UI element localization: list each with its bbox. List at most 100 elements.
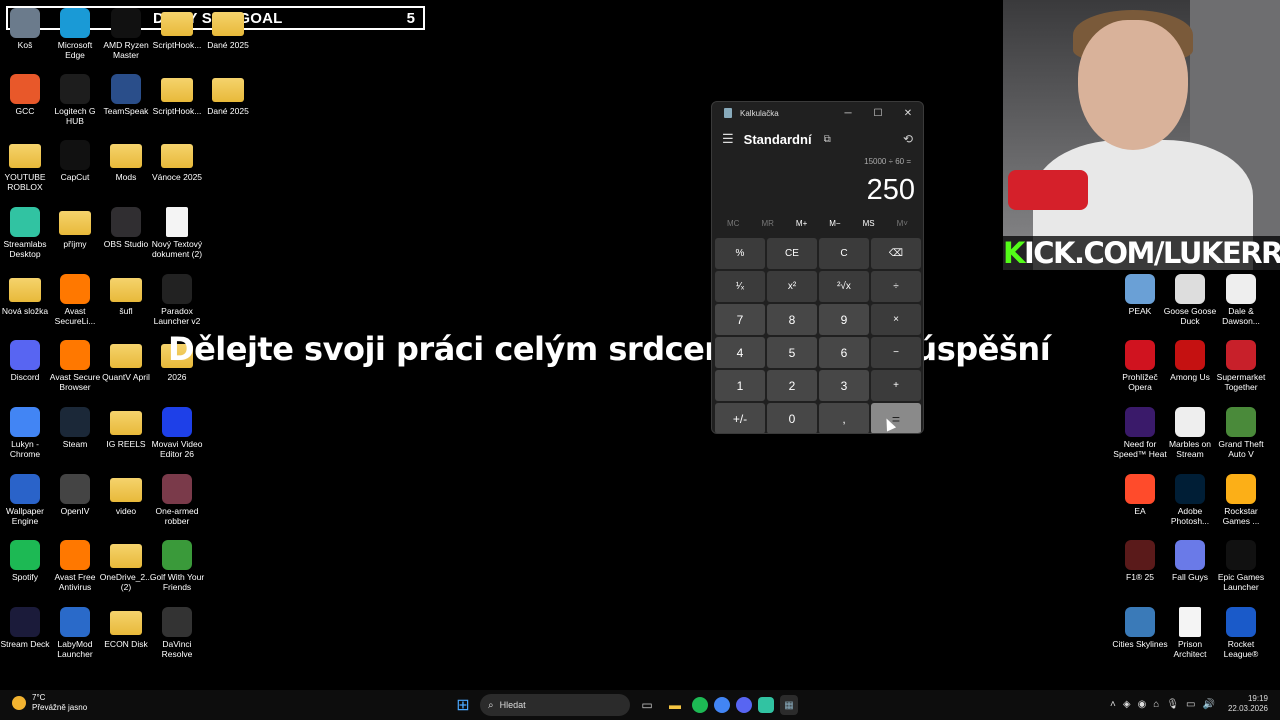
desktop-shortcut[interactable]: Rockstar Games ...	[1213, 474, 1269, 526]
digit-8-key[interactable]: 8	[767, 304, 817, 335]
memory-button[interactable]: M˅	[897, 219, 908, 228]
desktop-shortcut[interactable]: Microsoft Edge	[47, 8, 103, 60]
multiply-key[interactable]: ×	[871, 304, 921, 335]
discord-taskbar-icon[interactable]	[736, 697, 752, 713]
add-key[interactable]: +	[871, 370, 921, 401]
desktop-shortcut[interactable]: One-armed robber	[149, 474, 205, 526]
desktop-shortcut[interactable]: Movavi Video Editor 26	[149, 407, 205, 459]
desktop-shortcut[interactable]: příjmy	[47, 207, 103, 249]
display-icon[interactable]: ▭	[1186, 699, 1195, 710]
desktop-shortcut[interactable]: Prohlížeč Opera	[1112, 340, 1168, 392]
equals-key[interactable]: =	[871, 403, 921, 433]
desktop-shortcut[interactable]: F1® 25	[1112, 540, 1168, 582]
digit-2-key[interactable]: 2	[767, 370, 817, 401]
desktop-shortcut[interactable]: Avast SecureLi...	[47, 274, 103, 326]
desktop-shortcut[interactable]: Discord	[0, 340, 53, 382]
digit-9-key[interactable]: 9	[819, 304, 869, 335]
desktop-shortcut[interactable]: TeamSpeak	[98, 74, 154, 116]
desktop-shortcut[interactable]: Need for Speed™ Heat	[1112, 407, 1168, 459]
desktop-shortcut[interactable]: Adobe Photosh...	[1162, 474, 1218, 526]
keep-on-top-icon[interactable]: ⧉	[824, 134, 831, 145]
start-button[interactable]: ⊞	[452, 694, 474, 716]
negate-key[interactable]: +/-	[715, 403, 765, 433]
square-root-key[interactable]: ²√x	[819, 271, 869, 302]
desktop-shortcut[interactable]: OneDrive_2... (2)	[98, 540, 154, 592]
desktop-shortcut[interactable]: QuantV April	[98, 340, 154, 382]
clear-key[interactable]: C	[819, 238, 869, 269]
digit-3-key[interactable]: 3	[819, 370, 869, 401]
desktop-shortcut[interactable]: OpenIV	[47, 474, 103, 516]
desktop-shortcut[interactable]: ECON Disk	[98, 607, 154, 649]
calculator-window[interactable]: Kalkulačka ─ ☐ ✕ ☰ Standardní ⧉ ⟲ 15000 …	[711, 101, 924, 434]
memory-button[interactable]: M−	[829, 219, 840, 228]
hamburger-menu-icon[interactable]: ☰	[722, 131, 734, 147]
network-icon[interactable]: ⌂	[1153, 699, 1159, 710]
microphone-icon[interactable]: 🎙	[1166, 699, 1179, 710]
chrome-taskbar-icon[interactable]	[714, 697, 730, 713]
calculator-taskbar-icon[interactable]: ▦	[780, 695, 798, 715]
tray-app-icon[interactable]: ◈	[1123, 699, 1131, 710]
digit-7-key[interactable]: 7	[715, 304, 765, 335]
desktop-shortcut[interactable]: Goose Goose Duck	[1162, 274, 1218, 326]
desktop-shortcut[interactable]: Wallpaper Engine	[0, 474, 53, 526]
desktop-shortcut[interactable]: Among Us	[1162, 340, 1218, 382]
spotify-taskbar-icon[interactable]	[692, 697, 708, 713]
digit-5-key[interactable]: 5	[767, 337, 817, 368]
digit-0-key[interactable]: 0	[767, 403, 817, 433]
taskbar-clock[interactable]: 19:19 22.03.2026	[1228, 694, 1268, 714]
desktop-shortcut[interactable]: OBS Studio	[98, 207, 154, 249]
desktop-shortcut[interactable]: Spotify	[0, 540, 53, 582]
desktop-shortcut[interactable]: Fall Guys	[1162, 540, 1218, 582]
digit-1-key[interactable]: 1	[715, 370, 765, 401]
backspace-key[interactable]: ⌫	[871, 238, 921, 269]
desktop-shortcut[interactable]: šufl	[98, 274, 154, 316]
reciprocal-key[interactable]: ¹⁄ₓ	[715, 271, 765, 302]
desktop-shortcut[interactable]: video	[98, 474, 154, 516]
desktop-shortcut[interactable]: ScriptHook...	[149, 8, 205, 50]
desktop-shortcut[interactable]: Stream Deck	[0, 607, 53, 649]
calculator-title-bar[interactable]: Kalkulačka ─ ☐ ✕	[712, 102, 923, 124]
weather-widget[interactable]: 7°C Převážně jasno	[12, 693, 87, 713]
desktop-shortcut[interactable]: YOUTUBE ROBLOX	[0, 140, 53, 192]
digit-4-key[interactable]: 4	[715, 337, 765, 368]
desktop-shortcut[interactable]: Nový Textový dokument (2)	[149, 207, 205, 259]
desktop-shortcut[interactable]: AMD Ryzen Master	[98, 8, 154, 60]
maximize-button[interactable]: ☐	[863, 108, 893, 119]
square-key[interactable]: x²	[767, 271, 817, 302]
desktop-shortcut[interactable]: DaVinci Resolve	[149, 607, 205, 659]
memory-button[interactable]: MC	[727, 219, 739, 228]
file-explorer-icon[interactable]: ▬	[664, 694, 686, 716]
close-button[interactable]: ✕	[893, 108, 923, 119]
clear-entry-key[interactable]: CE	[767, 238, 817, 269]
desktop-shortcut[interactable]: Streamlabs Desktop	[0, 207, 53, 259]
divide-key[interactable]: ÷	[871, 271, 921, 302]
decimal-key[interactable]: ,	[819, 403, 869, 433]
desktop-shortcut[interactable]: Avast Secure Browser	[47, 340, 103, 392]
desktop-shortcut[interactable]: Steam	[47, 407, 103, 449]
desktop-shortcut[interactable]: Marbles on Stream	[1162, 407, 1218, 459]
digit-6-key[interactable]: 6	[819, 337, 869, 368]
memory-button[interactable]: MS	[863, 219, 875, 228]
desktop-shortcut[interactable]: Koš	[0, 8, 53, 50]
desktop-shortcut[interactable]: Paradox Launcher v2	[149, 274, 205, 326]
desktop-shortcut[interactable]: CapCut	[47, 140, 103, 182]
desktop-shortcut[interactable]: Avast Free Antivirus	[47, 540, 103, 592]
memory-button[interactable]: M+	[796, 219, 807, 228]
desktop-shortcut[interactable]: Supermarket Together	[1213, 340, 1269, 392]
desktop-shortcut[interactable]: EA	[1112, 474, 1168, 516]
desktop-shortcut[interactable]: Dané 2025	[200, 8, 256, 50]
desktop-shortcut[interactable]: LabyMod Launcher	[47, 607, 103, 659]
desktop-shortcut[interactable]: Prison Architect	[1162, 607, 1218, 659]
desktop-shortcut[interactable]: Logitech G HUB	[47, 74, 103, 126]
tray-app-icon[interactable]: ◉	[1138, 699, 1147, 710]
task-view-icon[interactable]: ▭	[636, 694, 658, 716]
desktop-shortcut[interactable]: Lukyn - Chrome	[0, 407, 53, 459]
desktop-shortcut[interactable]: Nová složka	[0, 274, 53, 316]
desktop-shortcut[interactable]: Golf With Your Friends	[149, 540, 205, 592]
desktop-shortcut[interactable]: IG REELS	[98, 407, 154, 449]
memory-button[interactable]: MR	[761, 219, 773, 228]
desktop-shortcut[interactable]: Vánoce 2025	[149, 140, 205, 182]
show-hidden-icons-chevron-icon[interactable]: ˄	[1110, 699, 1116, 710]
desktop-shortcut[interactable]: PEAK	[1112, 274, 1168, 316]
taskbar-search-box[interactable]: ⌕ Hledat	[480, 694, 630, 716]
